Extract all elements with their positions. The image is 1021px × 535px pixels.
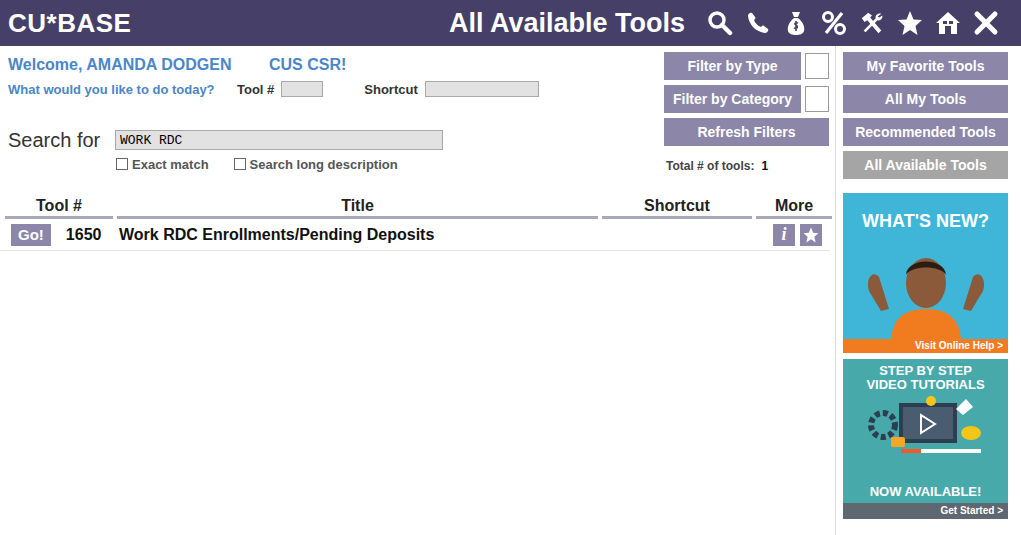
search-options: Exact match Search long description: [8, 156, 664, 172]
prompt-row: What would you like to do today?Tool # Sh…: [8, 80, 664, 98]
welcome-row: Welcome, AMANDA DODGENCUS CSR!: [8, 55, 664, 75]
shortcut-cell: [602, 219, 752, 250]
nav-button[interactable]: My Favorite Tools: [843, 52, 1008, 80]
nav-button[interactable]: All My Tools: [843, 85, 1008, 113]
shortcut-label: Shortcut: [364, 82, 417, 97]
column-header: More: [756, 195, 832, 219]
tool-label: Tool #: [237, 82, 274, 97]
option-checkbox[interactable]: [234, 158, 246, 170]
column-header: Title: [117, 195, 598, 219]
video-tutorial-icon: [861, 395, 991, 457]
phone-icon[interactable]: [745, 10, 771, 36]
banner-illustration: [843, 395, 1008, 457]
tools-icon[interactable]: [859, 10, 885, 36]
whats-new-banner[interactable]: WHAT'S NEW? Visit Online Help >: [843, 193, 1008, 353]
welcome-text: Welcome, AMANDA DODGEN: [8, 56, 269, 74]
tool-title: Work RDC Enrollments/Pending Deposits: [119, 226, 434, 244]
filter-area: Filter by Type Filter by Category Refresh …: [664, 46, 829, 175]
percent-icon[interactable]: [821, 10, 847, 36]
title-cell: Work RDC Enrollments/Pending Deposits: [117, 219, 598, 250]
nav-button[interactable]: Recommended Tools: [843, 118, 1008, 146]
star-icon: [803, 227, 819, 243]
tutorials-banner[interactable]: STEP BY STEP VIDEO TUTORIALS NOW AVAILABL…: [843, 359, 1008, 519]
banner-link[interactable]: Visit Online Help >: [843, 339, 1008, 353]
toolbar: [707, 10, 999, 36]
shortcut-input[interactable]: [425, 81, 539, 97]
search-label: Search for: [8, 129, 115, 152]
filter-row: Filter by Category: [664, 85, 829, 113]
option-checkbox[interactable]: [116, 158, 128, 170]
total-count: Total # of tools: 1: [664, 157, 829, 175]
logo: CU*BASE: [8, 8, 131, 39]
page-title: All Available Tools: [449, 8, 685, 39]
nav-button[interactable]: All Available Tools: [843, 151, 1008, 179]
go-button[interactable]: Go!: [11, 224, 51, 246]
column-header: Shortcut: [602, 195, 752, 219]
prompt-text: What would you like to do today?: [8, 82, 237, 97]
search-option[interactable]: Exact match: [116, 157, 209, 172]
filter-row: Filter by Type: [664, 52, 829, 80]
banner-headline: STEP BY STEP VIDEO TUTORIALS: [843, 359, 1008, 391]
filter-button[interactable]: Filter by Category: [664, 85, 801, 113]
role-text: CUS CSR!: [269, 56, 346, 74]
top-section: Welcome, AMANDA DODGENCUS CSR! What would…: [0, 46, 835, 175]
favorite-button[interactable]: [800, 224, 822, 246]
option-label: Exact match: [132, 157, 209, 172]
home-icon[interactable]: [935, 10, 961, 36]
filter-button[interactable]: Filter by Type: [664, 52, 801, 80]
table-row[interactable]: Go! 1650 Work RDC Enrollments/Pending Depo…: [0, 219, 830, 251]
total-label: Total # of tools:: [666, 159, 754, 173]
close-icon[interactable]: [973, 10, 999, 36]
more-cell: i: [756, 219, 832, 250]
info-button[interactable]: i: [773, 224, 795, 246]
banner-footer: NOW AVAILABLE!: [843, 484, 1008, 503]
money-bag-icon[interactable]: [783, 10, 809, 36]
star-icon[interactable]: [897, 10, 923, 36]
table-header: Tool #TitleShortcutMore: [0, 195, 830, 219]
filter-checkbox[interactable]: [805, 53, 829, 79]
search-icon[interactable]: [707, 10, 733, 36]
banner-headline: WHAT'S NEW?: [843, 193, 1008, 232]
total-value: 1: [761, 159, 768, 173]
search-option[interactable]: Search long description: [234, 157, 398, 172]
tool-cell: Go! 1650: [5, 219, 113, 250]
title-bar: CU*BASE All Available Tools: [0, 0, 1021, 46]
refresh-filters-button[interactable]: Refresh Filters: [664, 118, 829, 146]
person-picture: [851, 239, 1001, 339]
side-panel: My Favorite Tools All My Tools Recommended…: [836, 46, 1021, 535]
banner-picture: [843, 232, 1008, 339]
tool-panel: Welcome, AMANDA DODGENCUS CSR! What would…: [0, 46, 836, 535]
tool-number: 1650: [66, 226, 102, 244]
column-header: Tool #: [5, 195, 113, 219]
banner-link[interactable]: Get Started >: [843, 503, 1008, 519]
welcome-area: Welcome, AMANDA DODGENCUS CSR! What would…: [0, 46, 664, 172]
search-input[interactable]: [115, 130, 443, 150]
tool-number-input[interactable]: [281, 81, 323, 97]
option-label: Search long description: [250, 157, 398, 172]
search-row: Search for: [8, 129, 664, 151]
filter-checkbox[interactable]: [805, 86, 829, 112]
main: Welcome, AMANDA DODGENCUS CSR! What would…: [0, 46, 1021, 535]
